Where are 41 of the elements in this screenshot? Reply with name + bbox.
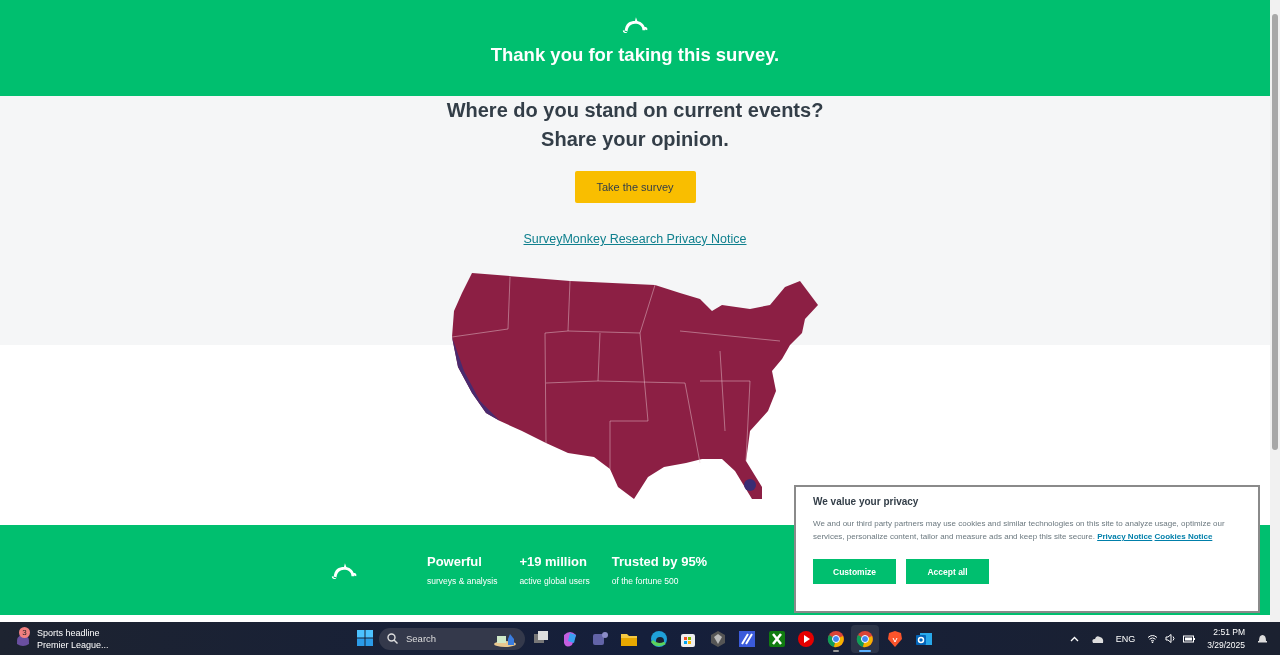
pen-icon	[737, 628, 757, 649]
language-indicator[interactable]: ENG	[1115, 633, 1136, 644]
stat-caption: of the fortune 500	[611, 576, 680, 586]
cloud-icon[interactable]	[1090, 634, 1104, 643]
scrollbar-thumb[interactable]	[1272, 14, 1278, 450]
search-icon	[387, 633, 398, 644]
widget-subtitle[interactable]: Premier League...	[37, 638, 109, 651]
notification-bell-icon[interactable]	[1257, 633, 1268, 644]
speaker-icon[interactable]	[1165, 634, 1177, 643]
logo-icon	[330, 562, 358, 582]
xbox-icon	[766, 628, 787, 649]
running-indicator	[859, 649, 871, 652]
search-field[interactable]: Search	[379, 627, 525, 650]
play-icon	[796, 628, 816, 649]
notice-link[interactable]: Privacy Notice	[1097, 532, 1153, 541]
running-indicator	[832, 649, 839, 652]
stat-caption: surveys & analysis	[427, 576, 498, 586]
hero-heading: Where do you stand on current events? Share your opinion.	[446, 98, 824, 152]
dialog-title: We value your privacy	[813, 496, 920, 507]
cookie-text: We and our third party partners may use cookies and similar technologies on this site to analyze usage, optimize our services, personalize content, tailor and measure ads and keep this site secure. Privacy Notice Cookies Notice	[813, 518, 1226, 543]
chrome-icon	[855, 628, 875, 649]
notice-link[interactable]: Cookies Notice	[1154, 532, 1213, 541]
clock-time[interactable]: 2:51 PM	[1213, 625, 1245, 639]
chevron-up-icon[interactable]	[1069, 635, 1079, 642]
page-title: Thank you for taking this survey.	[490, 44, 780, 66]
chrome-icon	[825, 628, 846, 649]
take-survey-button[interactable]: Take the survey	[574, 171, 696, 203]
logo-icon	[621, 17, 649, 36]
wifi-icon[interactable]	[1147, 634, 1159, 643]
swirl-icon	[648, 628, 669, 649]
notification-badge: 3	[19, 626, 30, 638]
stat-caption: active global users	[519, 576, 590, 586]
privacy-notice-link[interactable]: SurveyMonkey Research Privacy Notice	[523, 232, 747, 246]
windows-start-icon[interactable]	[357, 629, 373, 646]
stat-title: Powerful	[427, 554, 483, 569]
widget-title[interactable]: Sports headline	[37, 626, 109, 639]
battery-icon[interactable]	[1183, 634, 1196, 643]
taskbar-app[interactable]	[851, 624, 879, 653]
stat-title: Trusted by 95%	[611, 554, 708, 569]
stat-title: +19 million	[519, 554, 588, 569]
clock-date[interactable]: 3/29/2025	[1207, 638, 1245, 652]
